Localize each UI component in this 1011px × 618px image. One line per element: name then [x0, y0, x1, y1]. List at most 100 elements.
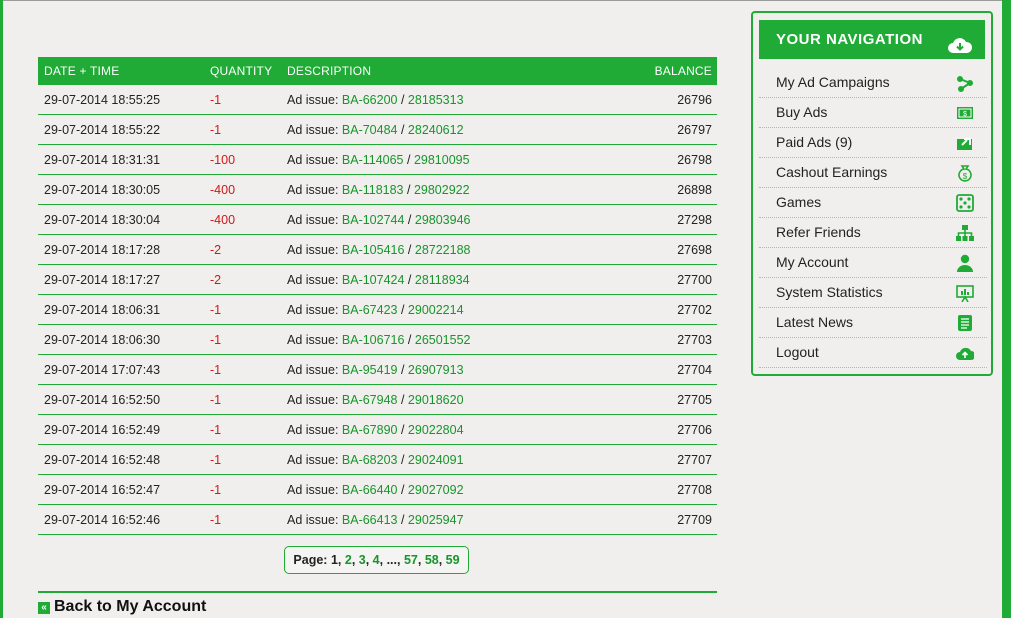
- ad-id-link[interactable]: BA-105416: [342, 243, 405, 257]
- table-row: 29-07-2014 16:52:46 -1 Ad issue: BA-66413 …: [38, 504, 717, 535]
- reference-link[interactable]: 29803946: [415, 213, 471, 227]
- ad-id-link[interactable]: BA-67890: [342, 423, 398, 437]
- transactions-table: DATE + TIME QUANTITY DESCRIPTION BALANCE…: [38, 57, 717, 535]
- column-header-balance: BALANCE: [654, 64, 712, 78]
- row-balance: 26797: [581, 114, 717, 145]
- ad-id-link[interactable]: BA-67423: [342, 303, 398, 317]
- row-description: Ad issue: BA-107424 / 28118934: [281, 264, 581, 295]
- ad-id-link[interactable]: BA-106716: [342, 333, 405, 347]
- row-balance: 27706: [581, 414, 717, 445]
- ad-id-link[interactable]: BA-95419: [342, 363, 398, 377]
- ad-id-link[interactable]: BA-66413: [342, 513, 398, 527]
- ad-id-link[interactable]: BA-102744: [342, 213, 405, 227]
- table-row: 29-07-2014 18:06:31 -1 Ad issue: BA-67423 …: [38, 294, 717, 325]
- description-separator: /: [404, 332, 415, 347]
- presentation-icon: [956, 285, 974, 302]
- row-datetime: 29-07-2014 18:30:04: [38, 204, 204, 235]
- back-to-account-link[interactable]: « Back to My Account: [38, 598, 206, 616]
- cloud-icon: [956, 347, 974, 360]
- description-separator: /: [397, 362, 408, 377]
- svg-text:$: $: [963, 111, 967, 118]
- reference-link[interactable]: 29002214: [408, 303, 464, 317]
- nav-item-games[interactable]: Games: [759, 188, 987, 218]
- row-balance: 27709: [581, 504, 717, 535]
- reference-link[interactable]: 29810095: [414, 153, 470, 167]
- nav-item-cashout-earnings[interactable]: Cashout Earnings $: [759, 158, 987, 188]
- pagination-page-link[interactable]: 4: [373, 553, 380, 567]
- ad-id-link[interactable]: BA-114065: [342, 153, 404, 167]
- description-separator: /: [404, 242, 415, 257]
- reference-link[interactable]: 28240612: [408, 123, 464, 137]
- reference-link[interactable]: 29802922: [414, 183, 470, 197]
- ad-id-link[interactable]: BA-118183: [342, 183, 404, 197]
- row-description: Ad issue: BA-67423 / 29002214: [281, 294, 581, 325]
- pagination-page-link[interactable]: 58: [425, 553, 439, 567]
- reference-link[interactable]: 28722188: [415, 243, 471, 257]
- navigation-title: YOUR NAVIGATION: [776, 31, 923, 48]
- ad-id-link[interactable]: BA-66440: [342, 483, 398, 497]
- ad-id-link[interactable]: BA-66200: [342, 93, 398, 107]
- reference-link[interactable]: 29018620: [408, 393, 464, 407]
- column-header-datetime: DATE + TIME: [44, 64, 120, 78]
- description-prefix: Ad issue:: [287, 212, 342, 227]
- nav-item-buy-ads[interactable]: Buy Ads $: [759, 98, 987, 128]
- row-datetime: 29-07-2014 17:07:43: [38, 354, 204, 385]
- table-row: 29-07-2014 18:30:05 -400 Ad issue: BA-1181…: [38, 174, 717, 205]
- pagination-separator: ,: [397, 553, 404, 567]
- reference-link[interactable]: 28118934: [415, 273, 470, 287]
- reference-link[interactable]: 26501552: [415, 333, 471, 347]
- row-datetime: 29-07-2014 18:06:31: [38, 294, 204, 325]
- table-row: 29-07-2014 18:55:22 -1 Ad issue: BA-70484 …: [38, 114, 717, 145]
- description-prefix: Ad issue:: [287, 452, 342, 467]
- pagination-ellipsis: ...: [386, 553, 397, 567]
- nav-item-my-account[interactable]: My Account: [759, 248, 987, 278]
- ad-id-link[interactable]: BA-67948: [342, 393, 398, 407]
- nav-item-paid-ads-9[interactable]: Paid Ads (9): [759, 128, 987, 158]
- nav-item-my-ad-campaigns[interactable]: My Ad Campaigns: [759, 68, 987, 98]
- pagination-page-link[interactable]: 2: [345, 553, 352, 567]
- row-description: Ad issue: BA-68203 / 29024091: [281, 444, 581, 475]
- ad-id-link[interactable]: BA-68203: [342, 453, 398, 467]
- pagination-page-link[interactable]: 59: [446, 553, 460, 567]
- nav-item-label: Games: [776, 194, 822, 210]
- reference-link[interactable]: 28185313: [408, 93, 464, 107]
- table-row: 29-07-2014 18:06:30 -1 Ad issue: BA-106716…: [38, 324, 717, 355]
- row-datetime: 29-07-2014 18:55:25: [38, 85, 204, 115]
- table-row: 29-07-2014 18:17:28 -2 Ad issue: BA-105416…: [38, 234, 717, 265]
- ad-id-link[interactable]: BA-70484: [342, 123, 398, 137]
- dice-icon: [956, 194, 974, 212]
- row-quantity: -1: [204, 294, 281, 325]
- nav-item-label: Paid Ads (9): [776, 134, 853, 150]
- row-description: Ad issue: BA-66200 / 28185313: [281, 85, 581, 115]
- pagination-page-link[interactable]: 57: [404, 553, 418, 567]
- description-separator: /: [397, 392, 408, 407]
- nav-item-logout[interactable]: Logout: [759, 338, 987, 368]
- description-prefix: Ad issue:: [287, 242, 342, 257]
- navigation-header: YOUR NAVIGATION: [759, 20, 985, 59]
- description-prefix: Ad issue:: [287, 332, 342, 347]
- navigation-list: My Ad Campaigns Buy Ads $ Paid Ads (9) Casho…: [759, 68, 987, 368]
- row-datetime: 29-07-2014 16:52:47: [38, 474, 204, 505]
- reference-link[interactable]: 29024091: [408, 453, 464, 467]
- nav-item-latest-news[interactable]: Latest News: [759, 308, 987, 338]
- ad-id-link[interactable]: BA-107424: [342, 273, 405, 287]
- nav-item-system-statistics[interactable]: System Statistics: [759, 278, 987, 308]
- reference-link[interactable]: 29027092: [408, 483, 464, 497]
- row-description: Ad issue: BA-67948 / 29018620: [281, 384, 581, 415]
- row-description: Ad issue: BA-114065 / 29810095: [281, 144, 581, 175]
- nav-item-refer-friends[interactable]: Refer Friends: [759, 218, 987, 248]
- reference-link[interactable]: 29025947: [408, 513, 464, 527]
- row-quantity: -100: [204, 144, 281, 175]
- description-separator: /: [403, 182, 414, 197]
- reference-link[interactable]: 26907913: [408, 363, 464, 377]
- row-balance: 27708: [581, 474, 717, 505]
- row-quantity: -2: [204, 234, 281, 265]
- row-balance: 26796: [581, 85, 717, 115]
- row-description: Ad issue: BA-118183 / 29802922: [281, 174, 581, 205]
- reference-link[interactable]: 29022804: [408, 423, 464, 437]
- row-quantity: -1: [204, 324, 281, 355]
- pagination-page-link[interactable]: 3: [359, 553, 366, 567]
- description-separator: /: [397, 482, 408, 497]
- row-description: Ad issue: BA-106716 / 26501552: [281, 324, 581, 355]
- table-row: 29-07-2014 16:52:47 -1 Ad issue: BA-66440 …: [38, 474, 717, 505]
